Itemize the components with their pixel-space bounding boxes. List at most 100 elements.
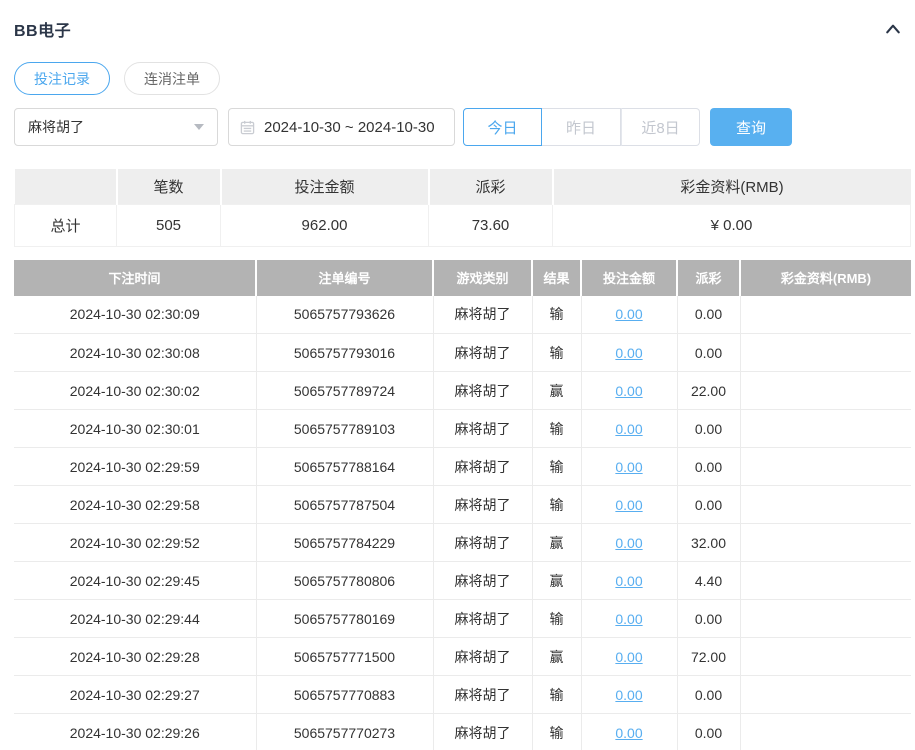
bet-amount-link[interactable]: 0.00 xyxy=(615,345,642,361)
summary-col-count: 笔数 xyxy=(116,169,222,204)
bet-number-cell: 5065757789103 xyxy=(256,409,434,448)
bet-amount-cell: 0.00 xyxy=(581,447,678,486)
bet-amount-link[interactable]: 0.00 xyxy=(615,687,642,703)
bet-amount-link[interactable]: 0.00 xyxy=(615,573,642,589)
bet-time-cell: 2024-10-30 02:30:08 xyxy=(14,333,257,372)
bonus-cell xyxy=(740,409,911,448)
bet-time-cell: 2024-10-30 02:29:28 xyxy=(14,637,257,676)
tab-cancelled-bets[interactable]: 连消注单 xyxy=(124,62,220,95)
game-type-cell: 麻将胡了 xyxy=(433,333,533,372)
bet-number-cell: 5065757793626 xyxy=(256,295,434,334)
bet-time-cell: 2024-10-30 02:29:52 xyxy=(14,523,257,562)
bet-amount-link[interactable]: 0.00 xyxy=(615,535,642,551)
filter-bar: 麻将胡了 2024-10-30 ~ 2024-10-30 今日 昨日 近8日 查… xyxy=(14,108,915,146)
table-row: 2024-10-30 02:29:52 5065757784229 麻将胡了赢 0.0… xyxy=(14,523,911,562)
table-row: 2024-10-30 02:29:45 5065757780806 麻将胡了赢 0.0… xyxy=(14,561,911,600)
quick-range-last8days[interactable]: 近8日 xyxy=(621,108,700,146)
bonus-cell xyxy=(740,561,911,600)
records-table: 下注时间 注单编号 游戏类别 结果 投注金额 派彩 彩金资料(RMB) 2024… xyxy=(14,259,911,750)
collapse-button[interactable] xyxy=(883,20,903,38)
bet-time-cell: 2024-10-30 02:30:09 xyxy=(14,295,257,334)
bet-amount-link[interactable]: 0.00 xyxy=(615,497,642,513)
game-type-cell: 麻将胡了 xyxy=(433,447,533,486)
date-range-picker[interactable]: 2024-10-30 ~ 2024-10-30 xyxy=(228,108,455,146)
game-select[interactable]: 麻将胡了 xyxy=(14,108,218,146)
game-type-cell: 麻将胡了 xyxy=(433,371,533,410)
table-row: 2024-10-30 02:29:28 5065757771500 麻将胡了赢 0.0… xyxy=(14,637,911,676)
payout-cell: 0.00 xyxy=(677,333,741,372)
bet-number-cell: 5065757787504 xyxy=(256,485,434,524)
bet-number-cell: 5065757784229 xyxy=(256,523,434,562)
bonus-cell xyxy=(740,485,911,524)
payout-cell: 0.00 xyxy=(677,599,741,638)
quick-range-today[interactable]: 今日 xyxy=(463,108,542,146)
bet-records-panel: BB电子 投注记录 连消注单 麻将胡了 2024-10-30 ~ 2024-10… xyxy=(0,0,915,750)
result-cell: 输 xyxy=(532,675,582,714)
bet-amount-link[interactable]: 0.00 xyxy=(615,649,642,665)
payout-cell: 0.00 xyxy=(677,675,741,714)
game-type-cell: 麻将胡了 xyxy=(433,409,533,448)
date-range-value: 2024-10-30 ~ 2024-10-30 xyxy=(264,118,435,136)
bet-amount-link[interactable]: 0.00 xyxy=(615,383,642,399)
bet-amount-link[interactable]: 0.00 xyxy=(615,725,642,741)
records-col-payout: 派彩 xyxy=(677,259,741,296)
summary-table: 笔数 投注金额 派彩 彩金资料(RMB) 总计 505 962.00 73.60… xyxy=(14,169,911,247)
bet-amount-cell: 0.00 xyxy=(581,675,678,714)
bet-amount-cell: 0.00 xyxy=(581,409,678,448)
bet-amount-cell: 0.00 xyxy=(581,333,678,372)
bonus-cell xyxy=(740,599,911,638)
game-type-cell: 麻将胡了 xyxy=(433,523,533,562)
result-cell: 赢 xyxy=(532,371,582,410)
chevron-up-icon xyxy=(883,24,903,41)
summary-col-payout: 派彩 xyxy=(428,169,554,204)
summary-total-label: 总计 xyxy=(14,203,117,247)
result-cell: 输 xyxy=(532,409,582,448)
bet-amount-link[interactable]: 0.00 xyxy=(615,421,642,437)
table-row: 2024-10-30 02:29:26 5065757770273 麻将胡了输 0.0… xyxy=(14,713,911,750)
result-cell: 输 xyxy=(532,599,582,638)
bonus-cell xyxy=(740,637,911,676)
payout-cell: 0.00 xyxy=(677,447,741,486)
bet-time-cell: 2024-10-30 02:30:01 xyxy=(14,409,257,448)
bet-number-cell: 5065757780169 xyxy=(256,599,434,638)
records-col-bet-number: 注单编号 xyxy=(256,259,434,296)
tab-bet-records[interactable]: 投注记录 xyxy=(14,62,110,95)
result-cell: 输 xyxy=(532,447,582,486)
summary-col-empty xyxy=(14,169,118,204)
bet-time-cell: 2024-10-30 02:29:59 xyxy=(14,447,257,486)
bet-amount-link[interactable]: 0.00 xyxy=(615,459,642,475)
records-col-time: 下注时间 xyxy=(14,259,257,296)
summary-col-bet-amount: 投注金额 xyxy=(220,169,430,204)
bet-time-cell: 2024-10-30 02:29:27 xyxy=(14,675,257,714)
game-type-cell: 麻将胡了 xyxy=(433,561,533,600)
summary-total-payout: 73.60 xyxy=(428,203,553,247)
bet-amount-link[interactable]: 0.00 xyxy=(615,611,642,627)
tab-bar: 投注记录 连消注单 xyxy=(14,62,915,95)
table-row: 2024-10-30 02:29:27 5065757770883 麻将胡了输 0.0… xyxy=(14,675,911,714)
payout-cell: 4.40 xyxy=(677,561,741,600)
query-button[interactable]: 查询 xyxy=(710,108,792,146)
bonus-cell xyxy=(740,371,911,410)
bonus-cell xyxy=(740,295,911,334)
bet-amount-cell: 0.00 xyxy=(581,561,678,600)
records-table-body: 2024-10-30 02:30:09 5065757793626 麻将胡了输 0.0… xyxy=(14,295,911,750)
payout-cell: 32.00 xyxy=(677,523,741,562)
game-type-cell: 麻将胡了 xyxy=(433,599,533,638)
payout-cell: 0.00 xyxy=(677,295,741,334)
bet-number-cell: 5065757770883 xyxy=(256,675,434,714)
bet-amount-cell: 0.00 xyxy=(581,713,678,750)
payout-cell: 0.00 xyxy=(677,485,741,524)
bet-amount-link[interactable]: 0.00 xyxy=(615,306,642,322)
game-type-cell: 麻将胡了 xyxy=(433,675,533,714)
table-row: 2024-10-30 02:30:08 5065757793016 麻将胡了输 0.0… xyxy=(14,333,911,372)
table-row: 2024-10-30 02:30:01 5065757789103 麻将胡了输 0.0… xyxy=(14,409,911,448)
bonus-cell xyxy=(740,675,911,714)
summary-col-bonus: 彩金资料(RMB) xyxy=(552,169,911,204)
table-row: 2024-10-30 02:30:02 5065757789724 麻将胡了赢 0.0… xyxy=(14,371,911,410)
records-col-bet-amount: 投注金额 xyxy=(581,259,678,296)
bet-number-cell: 5065757780806 xyxy=(256,561,434,600)
quick-range-yesterday[interactable]: 昨日 xyxy=(542,108,621,146)
bet-number-cell: 5065757770273 xyxy=(256,713,434,750)
result-cell: 赢 xyxy=(532,561,582,600)
bet-amount-cell: 0.00 xyxy=(581,599,678,638)
